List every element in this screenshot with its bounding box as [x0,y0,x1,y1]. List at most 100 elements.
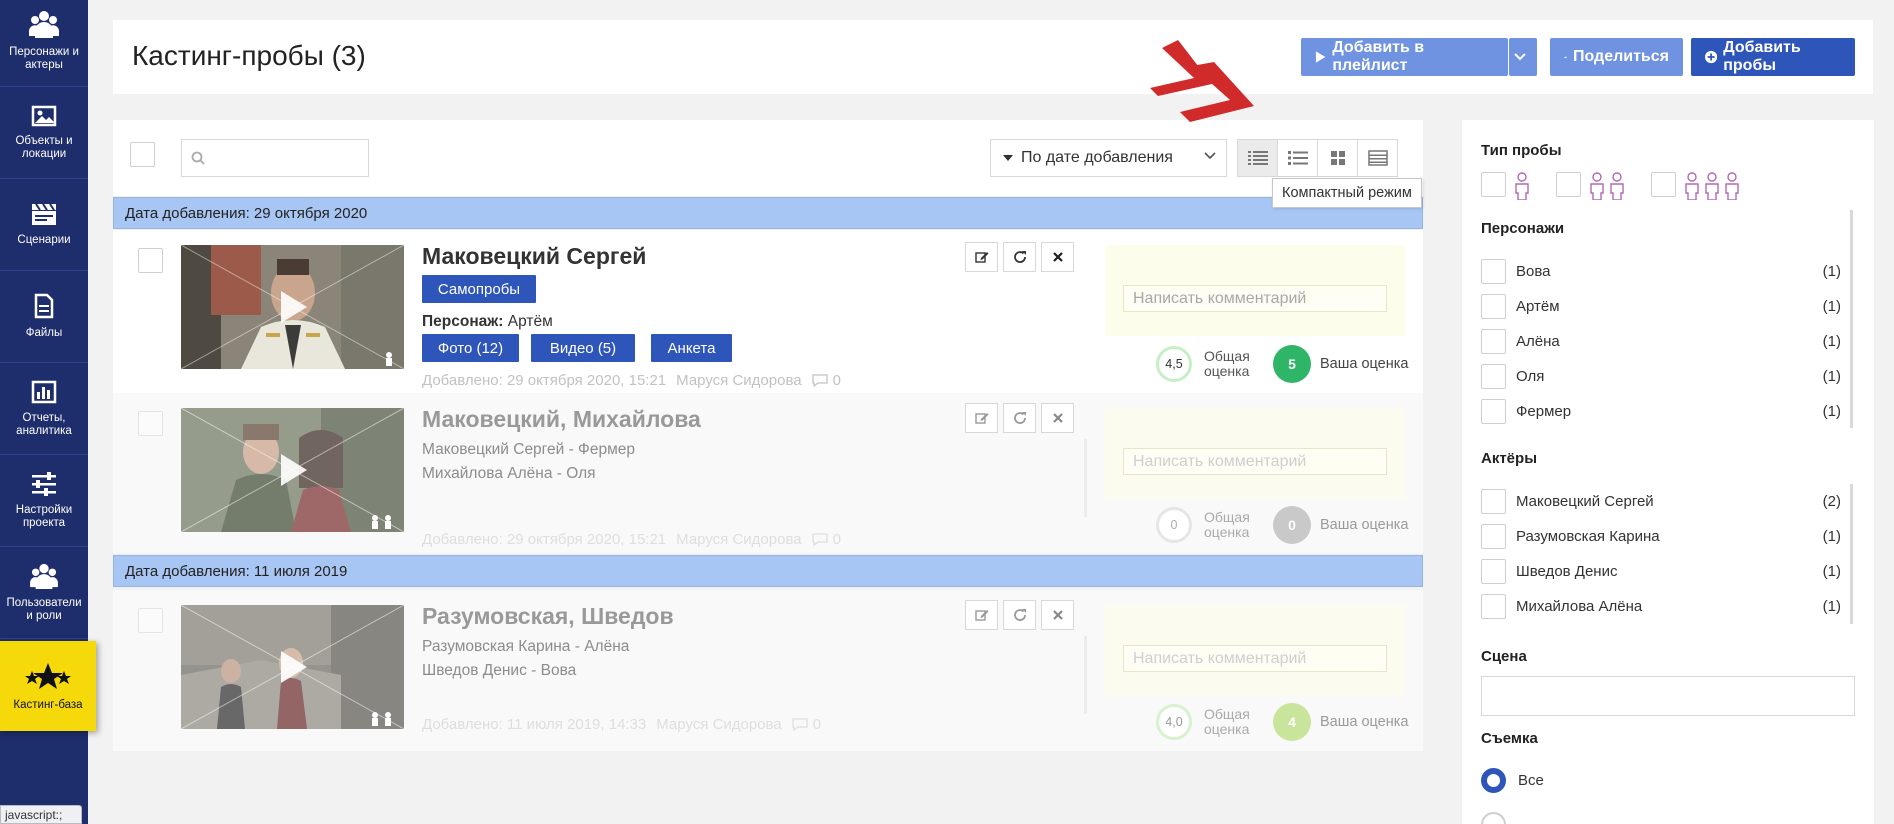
sidebar-item-characters-actors[interactable]: Персонажи и актеры [0,0,88,87]
filter-checkbox[interactable] [1481,328,1506,354]
divider [1084,439,1087,517]
your-rating-dot[interactable]: 4 [1273,703,1311,741]
filter-character-item[interactable]: Артём (1) [1481,293,1841,319]
add-to-playlist-button[interactable]: Добавить в плейлист [1301,38,1508,76]
your-rating-dot[interactable]: 0 [1273,506,1311,544]
video-thumbnail[interactable] [181,408,404,532]
character-line: Персонаж: Артём [422,313,553,331]
delete-button[interactable] [1041,600,1074,630]
filter-checkbox[interactable] [1481,558,1506,584]
view-compact-button[interactable] [1237,139,1278,177]
sidebar-item-files[interactable]: Файлы [0,271,88,363]
casting-card: Маковецкий, Михайлова Маковецкий Сергей … [113,393,1423,553]
comment-count-value: 0 [832,531,841,548]
card-title[interactable]: Маковецкий Сергей [422,243,646,270]
refresh-button[interactable] [1003,600,1036,630]
refresh-button[interactable] [1003,242,1036,272]
radio-indicator[interactable] [1481,812,1506,824]
sidebar-item-objects-locations[interactable]: Объекты и локации [0,87,88,179]
type-single-option[interactable] [1481,172,1532,200]
type-group-option[interactable] [1651,172,1742,200]
sidebar-item-users-roles[interactable]: Пользователи и роли [0,547,88,639]
edit-button[interactable] [965,600,998,630]
type-group-checkbox[interactable] [1651,172,1676,197]
sidebar-item-label: Отчеты, аналитика [16,411,72,437]
view-list-button[interactable] [1277,139,1318,177]
select-all-checkbox[interactable] [130,142,155,167]
your-rating[interactable]: 0 Ваша оценка [1273,506,1408,544]
overall-rating-ring: 4,5 [1156,346,1192,382]
refresh-icon [1013,412,1026,424]
filter-actor-item[interactable]: Маковецкий Сергей (2) [1481,488,1841,514]
sidebar-item-scripts[interactable]: Сценарии [0,179,88,271]
filter-character-item[interactable]: Вова (1) [1481,258,1841,284]
your-rating[interactable]: 4 Ваша оценка [1273,703,1408,741]
filter-character-item[interactable]: Алёна (1) [1481,328,1841,354]
trial-type-heading: Тип пробы [1481,142,1562,159]
two-persons-outline-icon [1590,172,1624,200]
comment-input[interactable] [1123,285,1387,312]
delete-button[interactable] [1041,242,1074,272]
videos-button[interactable]: Видео (5) [531,334,635,362]
filter-actor-item[interactable]: Михайлова Алёна (1) [1481,593,1841,619]
filter-item-count: (1) [1822,402,1841,420]
filter-checkbox[interactable] [1481,258,1506,284]
card-title[interactable]: Разумовская, Шведов [422,603,674,630]
filter-checkbox[interactable] [1481,293,1506,319]
questionnaire-button[interactable]: Анкета [651,334,732,362]
playlist-dropdown-button[interactable] [1509,38,1537,76]
comment-input[interactable] [1123,645,1387,672]
refresh-button[interactable] [1003,403,1036,433]
filter-actor-item[interactable]: Шведов Денис (1) [1481,558,1841,584]
sort-select[interactable]: По дате добавления [990,139,1227,177]
your-rating[interactable]: 5 Ваша оценка [1273,345,1408,383]
card-title[interactable]: Маковецкий, Михайлова [422,406,701,433]
type-pair-option[interactable] [1556,172,1627,200]
filter-checkbox[interactable] [1481,523,1506,549]
self-trial-badge[interactable]: Самопробы [422,275,536,303]
card-meta: Добавлено: 11 июля 2019, 14:33 Маруся Си… [422,716,821,733]
scene-input[interactable] [1481,676,1855,716]
type-single-checkbox[interactable] [1481,172,1506,197]
share-button[interactable]: Поделиться [1550,38,1683,76]
your-rating-dot[interactable]: 5 [1273,345,1311,383]
card-select-checkbox[interactable] [138,248,163,273]
type-pair-checkbox[interactable] [1556,172,1581,197]
view-grid-button[interactable] [1317,139,1358,177]
video-thumbnail[interactable] [181,605,404,729]
radio-indicator[interactable] [1481,768,1506,793]
filter-actor-item[interactable]: Разумовская Карина (1) [1481,523,1841,549]
overall-rating: 4,5 Общая оценка [1156,346,1250,382]
filter-checkbox[interactable] [1481,363,1506,389]
photos-button[interactable]: Фото (12) [422,334,519,362]
filter-character-item[interactable]: Фермер (1) [1481,398,1841,424]
filter-character-item[interactable]: Оля (1) [1481,363,1841,389]
shooting-all-radio[interactable]: Все [1481,768,1544,793]
filter-checkbox[interactable] [1481,488,1506,514]
actors-scrollbar[interactable] [1850,484,1853,624]
comment-input[interactable] [1123,448,1387,475]
close-icon [1052,252,1063,262]
filter-checkbox[interactable] [1481,398,1506,424]
add-trials-button[interactable]: Добавить пробы [1691,38,1855,76]
sidebar-item-reports[interactable]: Отчеты, аналитика [0,363,88,455]
view-table-button[interactable] [1357,139,1398,177]
trial-type-options [1481,172,1766,200]
delete-button[interactable] [1041,403,1074,433]
video-thumbnail[interactable] [181,245,404,369]
card-select-checkbox[interactable] [138,608,163,633]
table-icon [1367,150,1388,166]
shooting-heading: Съемка [1481,730,1538,747]
filter-item-count: (1) [1822,562,1841,580]
characters-scrollbar[interactable] [1850,210,1853,428]
edit-button[interactable] [965,403,998,433]
shooting-radio-partial[interactable] [1481,812,1518,824]
sidebar-item-casting-base[interactable]: Кастинг-база [0,641,96,731]
sidebar-item-project-settings[interactable]: Настройки проекта [0,455,88,547]
filter-checkbox[interactable] [1481,593,1506,619]
edit-button[interactable] [965,242,998,272]
search-input[interactable] [182,140,368,176]
your-rating-label: Ваша оценка [1320,714,1409,730]
card-select-checkbox[interactable] [138,411,163,436]
three-persons-outline-icon [1685,172,1739,200]
